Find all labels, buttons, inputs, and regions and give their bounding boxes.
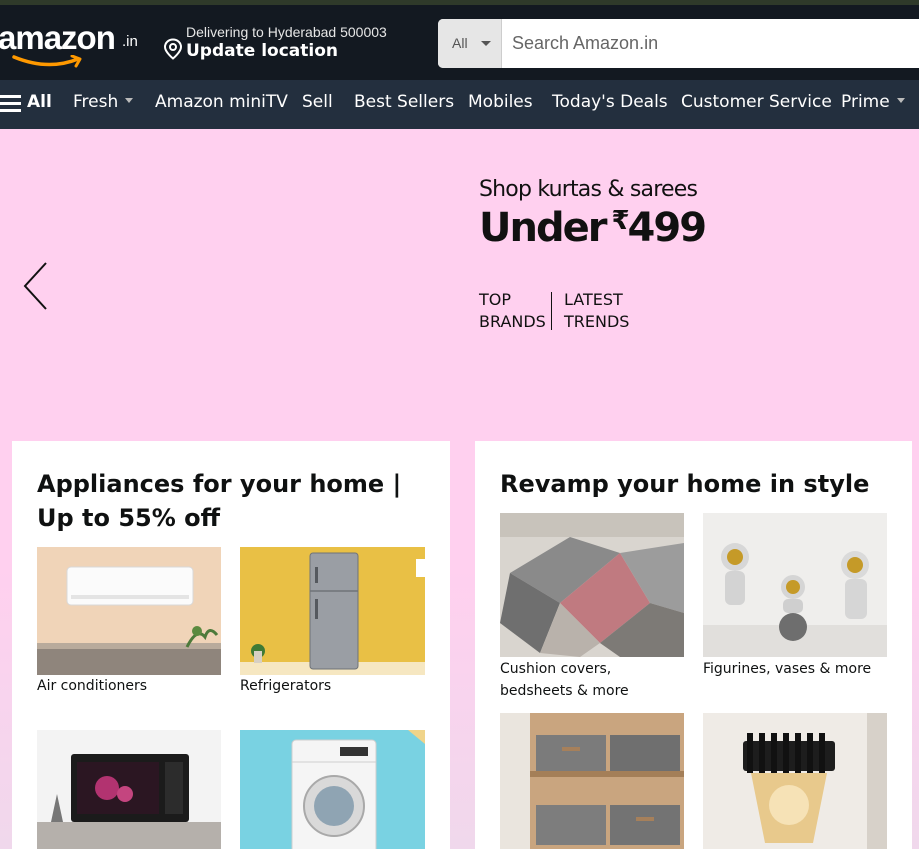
location-pin-icon xyxy=(163,38,183,60)
wall-lamp-image xyxy=(703,713,887,849)
promo-tag-top-brands: TOP BRANDS xyxy=(479,289,546,333)
nav-item-prime[interactable]: Prime xyxy=(841,92,905,112)
nav-item-sell[interactable]: Sell xyxy=(302,92,333,112)
washing-machine-image xyxy=(240,730,425,849)
header: amazon .in Delivering to Hyderabad 50000… xyxy=(0,5,919,80)
air-conditioner-image xyxy=(37,547,221,675)
figurines-image xyxy=(703,513,887,657)
chevron-down-icon xyxy=(481,41,491,46)
nav-item-best-sellers[interactable]: Best Sellers xyxy=(354,92,454,112)
tile-caption: Air conditioners xyxy=(37,678,148,694)
nav-item-todays-deals[interactable]: Today's Deals xyxy=(552,92,668,112)
promo-headline: Under ₹499 xyxy=(479,205,707,251)
promo-headline-text: Under xyxy=(479,205,607,251)
microwave-image xyxy=(37,730,221,849)
logo-smile-icon xyxy=(12,55,82,68)
nav-item-label: Prime xyxy=(841,92,890,112)
tag-line: TRENDS xyxy=(564,312,630,331)
rug-image xyxy=(500,513,684,657)
refrigerator-image xyxy=(240,547,425,675)
card-home-decor: Revamp your home in style Cushion covers… xyxy=(475,441,912,849)
delivery-address: Delivering to Hyderabad 500003 xyxy=(186,24,387,40)
carousel-prev-arrow-icon[interactable] xyxy=(22,261,48,311)
card-title[interactable]: Revamp your home in style xyxy=(500,467,895,501)
nav-item-fresh[interactable]: Fresh xyxy=(73,92,134,112)
nav-item-minitv[interactable]: Amazon miniTV xyxy=(155,92,288,112)
hamburger-menu-icon[interactable] xyxy=(0,95,21,113)
promo-price: 499 xyxy=(627,205,707,251)
tag-line: TOP xyxy=(479,290,512,309)
nav-item-mobiles[interactable]: Mobiles xyxy=(468,92,533,112)
rupee-symbol: ₹ xyxy=(611,206,629,236)
tile-caption: Figurines, vases & more xyxy=(703,661,872,677)
nav-item-customer-service[interactable]: Customer Service xyxy=(681,92,832,112)
chevron-down-icon xyxy=(896,97,905,103)
tile-caption: Refrigerators xyxy=(240,678,332,694)
tag-line: LATEST xyxy=(564,290,623,309)
nav-item-all[interactable]: All xyxy=(27,92,52,112)
search-bar: All xyxy=(438,19,919,68)
storage-boxes-image xyxy=(500,713,684,849)
promo-subtitle: Shop kurtas & sarees xyxy=(479,177,698,202)
search-input[interactable] xyxy=(502,19,919,68)
nav-bar: All Fresh Amazon miniTV Sell Best Seller… xyxy=(0,80,919,129)
promo-tag-latest-trends: LATEST TRENDS xyxy=(564,289,629,333)
nav-item-label: Fresh xyxy=(73,92,119,112)
search-category-label: All xyxy=(452,35,468,51)
card-title[interactable]: Appliances for your home | Up to 55% off xyxy=(37,467,432,535)
logo-tld: .in xyxy=(122,33,138,50)
update-location-link[interactable]: Update location xyxy=(186,41,338,61)
search-category-dropdown[interactable]: All xyxy=(438,19,502,68)
tile-caption: Cushion covers, bedsheets & more xyxy=(500,661,629,699)
chevron-down-icon xyxy=(125,97,134,103)
tag-line: BRANDS xyxy=(479,312,546,331)
card-appliances: Appliances for your home | Up to 55% off… xyxy=(12,441,450,849)
promo-divider xyxy=(551,292,552,330)
logo-word: amazon xyxy=(0,19,116,56)
